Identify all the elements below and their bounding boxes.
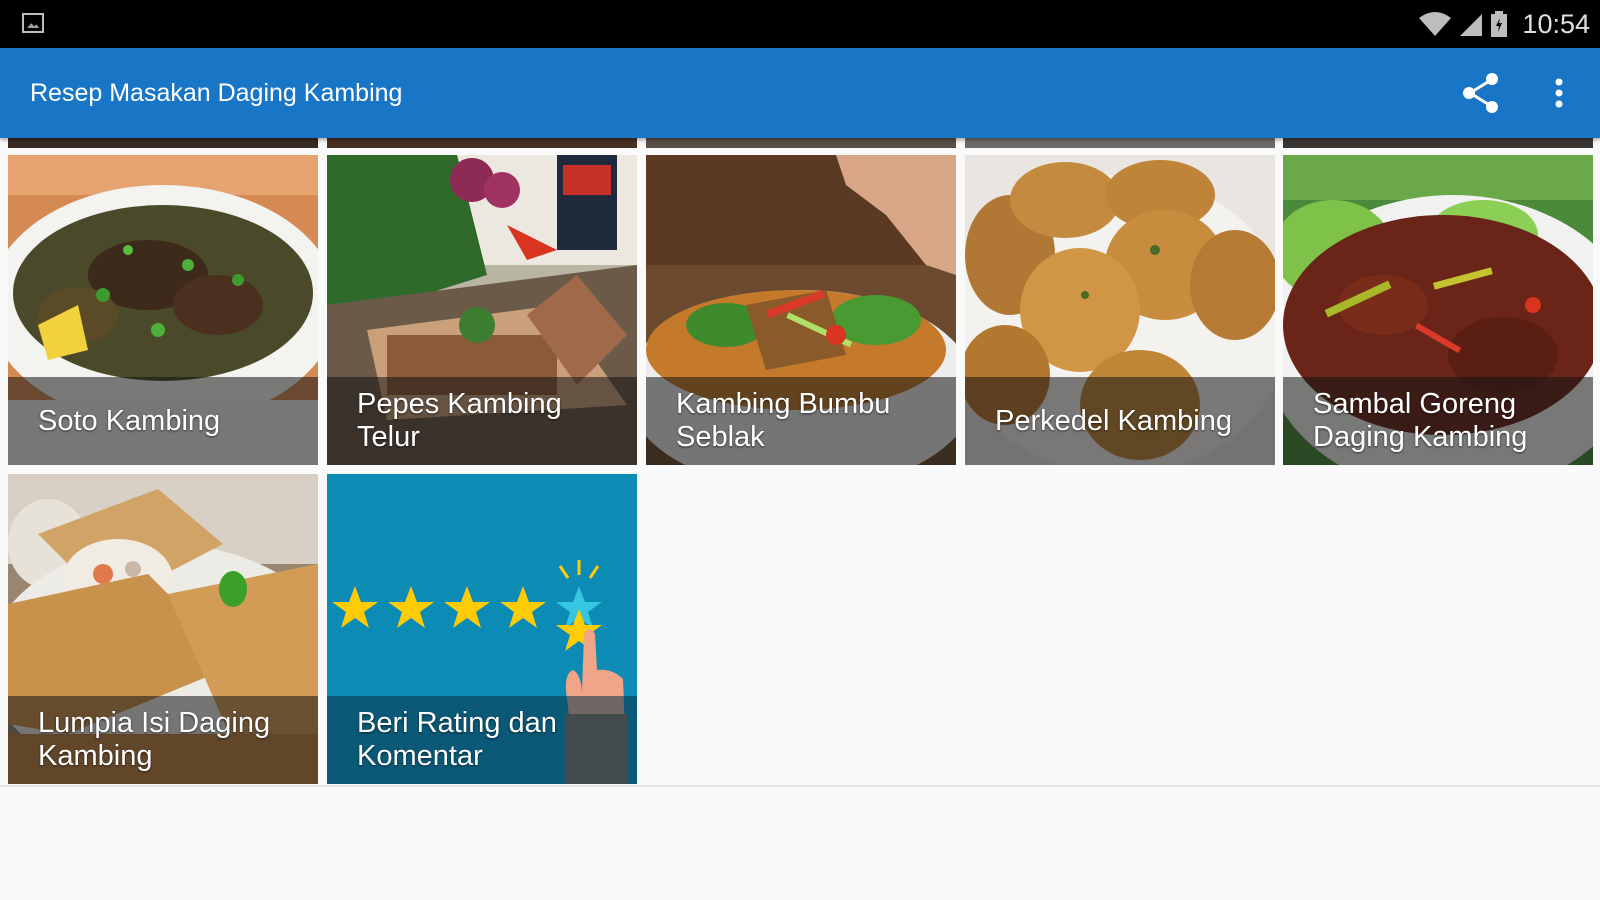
status-time: 10:54 — [1522, 8, 1590, 39]
tile-label: Soto Kambing — [38, 404, 221, 437]
tile-caption: Kambing Bumbu Seblak — [646, 377, 956, 465]
divider — [0, 785, 1600, 787]
tile-label: Lumpia Isi Daging Kambing — [38, 707, 271, 772]
partial-tile[interactable] — [8, 138, 318, 148]
tile-caption: Soto Kambing — [8, 377, 318, 465]
tile-caption: Pepes Kambing Telur — [327, 377, 637, 465]
tile-label: Perkedel Kambing — [995, 404, 1232, 437]
share-icon[interactable] — [1458, 70, 1504, 116]
recipe-tile-perkedel-kambing[interactable]: Perkedel Kambing — [965, 155, 1275, 465]
partial-tile[interactable] — [1283, 138, 1593, 148]
rate-and-comment-tile[interactable]: Beri Rating dan Komentar — [327, 474, 637, 784]
partial-tile[interactable] — [646, 138, 956, 148]
app-bar: Resep Masakan Daging Kambing — [0, 48, 1600, 138]
wifi-icon — [1419, 12, 1452, 36]
battery-icon — [1491, 11, 1508, 37]
tile-caption: Perkedel Kambing — [965, 377, 1275, 465]
recipe-tile-pepes-kambing-telur[interactable]: Pepes Kambing Telur — [327, 155, 637, 465]
tile-caption: Beri Rating dan Komentar — [327, 696, 637, 784]
partial-tile[interactable] — [327, 138, 637, 148]
tile-label: Sambal Goreng Daging Kambing — [1313, 388, 1528, 453]
signal-icon — [1460, 14, 1483, 36]
partial-tile[interactable] — [965, 138, 1275, 148]
app-title: Resep Masakan Daging Kambing — [30, 79, 403, 107]
more-vert-icon[interactable] — [1544, 70, 1574, 116]
recipe-tile-kambing-bumbu-seblak[interactable]: Kambing Bumbu Seblak — [646, 155, 956, 465]
tile-label: Beri Rating dan Komentar — [357, 707, 557, 772]
tile-label: Pepes Kambing Telur — [357, 388, 562, 453]
tile-label: Kambing Bumbu Seblak — [676, 388, 891, 453]
recipe-tile-sambal-goreng[interactable]: Sambal Goreng Daging Kambing — [1283, 155, 1593, 465]
status-bar: 10:54 — [0, 0, 1600, 48]
recipe-tile-lumpia[interactable]: Lumpia Isi Daging Kambing — [8, 474, 318, 784]
tile-caption: Sambal Goreng Daging Kambing — [1283, 377, 1593, 465]
recipe-tile-soto-kambing[interactable]: Soto Kambing — [8, 155, 318, 465]
tile-caption: Lumpia Isi Daging Kambing — [8, 696, 318, 784]
gallery-icon — [22, 13, 44, 33]
